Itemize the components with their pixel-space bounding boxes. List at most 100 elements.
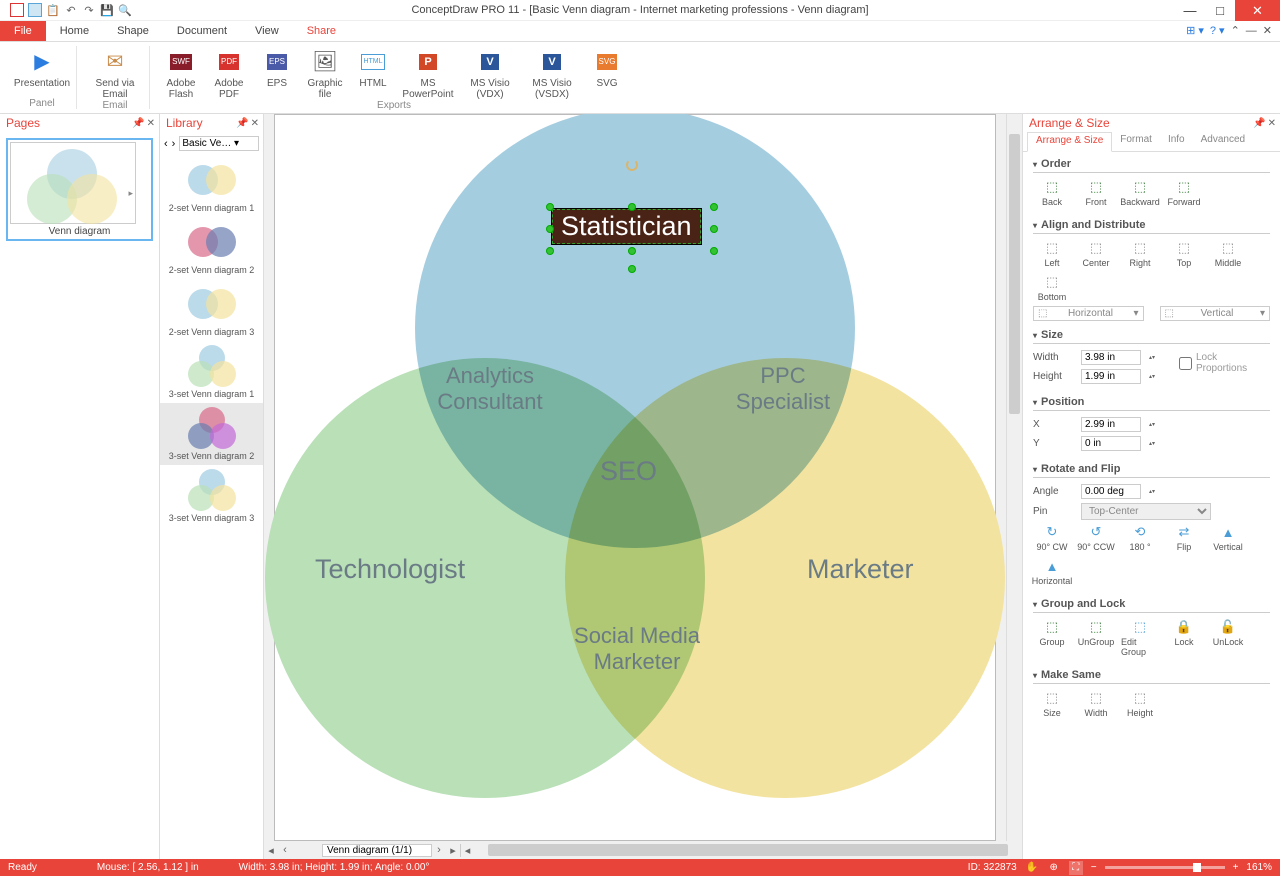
paste-icon[interactable]: 📋 — [46, 3, 60, 17]
align-right-button[interactable]: ⬚Right — [1121, 240, 1159, 268]
rotate-handle-icon[interactable] — [626, 159, 638, 171]
lib-fwd-icon[interactable]: › — [172, 138, 176, 150]
lib-item[interactable]: 2-set Venn diagram 1 — [160, 155, 263, 217]
close-button[interactable]: ✕ — [1235, 0, 1280, 21]
same-size-button[interactable]: ⬚Size — [1033, 690, 1071, 718]
export-graphic[interactable]: 🖼Graphic file — [304, 46, 346, 100]
venn-label-tl[interactable]: Analytics Consultant — [425, 363, 555, 416]
rotate-cw-button[interactable]: ↻90° CW — [1033, 524, 1071, 552]
align-bottom-button[interactable]: ⬚Bottom — [1033, 274, 1071, 302]
edit-group-button[interactable]: ⬚Edit Group — [1121, 619, 1159, 657]
tab-shape[interactable]: Shape — [103, 21, 163, 41]
order-section[interactable]: Order — [1033, 158, 1270, 173]
doc-icon[interactable] — [10, 3, 24, 17]
flip-h-button[interactable]: ▲Horizontal — [1033, 558, 1071, 586]
size-section[interactable]: Size — [1033, 329, 1270, 344]
group-button[interactable]: ⬚Group — [1033, 619, 1071, 657]
info-tab[interactable]: Info — [1160, 132, 1193, 151]
resize-handle[interactable] — [628, 265, 636, 273]
resize-handle[interactable] — [628, 203, 636, 211]
zoom-slider[interactable] — [1105, 866, 1225, 869]
format-tab[interactable]: Format — [1112, 132, 1160, 151]
search-icon[interactable]: 🔍 — [118, 3, 132, 17]
tab-home[interactable]: Home — [46, 21, 103, 41]
venn-circle-right[interactable] — [565, 358, 1005, 798]
tab-view[interactable]: View — [241, 21, 293, 41]
library-selector[interactable]: Basic Ve… ▾ — [179, 136, 259, 151]
horizontal-scrollbar[interactable] — [488, 843, 978, 857]
unlock-button[interactable]: 🔓UnLock — [1209, 619, 1247, 657]
y-input[interactable] — [1081, 436, 1141, 451]
hscroll-left-icon[interactable]: ◂ — [264, 844, 278, 857]
close-icon[interactable]: ✕ — [147, 118, 155, 129]
x-input[interactable] — [1081, 417, 1141, 432]
export-vsdx[interactable]: VMS Visio (VSDX) — [524, 46, 580, 100]
align-middle-button[interactable]: ⬚Middle — [1209, 240, 1247, 268]
position-section[interactable]: Position — [1033, 396, 1270, 411]
canvas[interactable]: Statistician Technologist Marketer SEO A… — [264, 114, 1022, 859]
resize-handle[interactable] — [546, 247, 554, 255]
lib-item[interactable]: 3-set Venn diagram 2 — [160, 403, 263, 465]
hscroll-left-icon[interactable]: ‹ — [278, 844, 292, 856]
same-width-button[interactable]: ⬚Width — [1077, 690, 1115, 718]
send-email-button[interactable]: ✉ Send via Email — [87, 46, 143, 100]
venn-label-tr[interactable]: PPC Specialist — [728, 363, 838, 416]
ribbon-close-icon[interactable]: ✕ — [1263, 24, 1272, 37]
save-icon[interactable]: 💾 — [100, 3, 114, 17]
resize-handle[interactable] — [710, 225, 718, 233]
export-swf[interactable]: SWFAdobe Flash — [160, 46, 202, 100]
pin-icon[interactable]: 📌 — [236, 118, 248, 129]
export-vdx[interactable]: VMS Visio (VDX) — [462, 46, 518, 100]
presentation-button[interactable]: ▶ Presentation — [14, 46, 70, 98]
export-ppt[interactable]: PMS PowerPoint — [400, 46, 456, 100]
fit-icon[interactable]: ⛶ — [1069, 861, 1083, 875]
redo-icon[interactable]: ↷ — [82, 3, 96, 17]
page-thumbnail[interactable]: ▸ Venn diagram — [6, 138, 153, 241]
angle-input[interactable] — [1081, 484, 1141, 499]
pin-icon[interactable]: 📌 — [1253, 118, 1265, 129]
backward-button[interactable]: ⬚Backward — [1121, 179, 1159, 207]
new-doc-icon[interactable] — [28, 3, 42, 17]
minimize-button[interactable]: — — [1175, 0, 1205, 21]
resize-handle[interactable] — [546, 203, 554, 211]
align-top-button[interactable]: ⬚Top — [1165, 240, 1203, 268]
pin-select[interactable]: Top-Center — [1081, 503, 1211, 520]
lib-item[interactable]: 3-set Venn diagram 1 — [160, 341, 263, 403]
zoom-in-icon[interactable]: + — [1233, 862, 1239, 873]
pin-icon[interactable]: 📌 — [132, 118, 144, 129]
align-center-button[interactable]: ⬚Center — [1077, 240, 1115, 268]
lock-button[interactable]: 🔒Lock — [1165, 619, 1203, 657]
tab-share[interactable]: Share — [293, 21, 350, 41]
resize-handle[interactable] — [710, 247, 718, 255]
hscroll-right-icon[interactable]: ▸ — [446, 844, 460, 857]
flip-v-button[interactable]: ▲Vertical — [1209, 524, 1247, 552]
export-html[interactable]: HTMLHTML — [352, 46, 394, 100]
lib-back-icon[interactable]: ‹ — [164, 138, 168, 150]
lock-proportions-checkbox[interactable] — [1179, 357, 1192, 370]
height-input[interactable] — [1081, 369, 1141, 384]
venn-label-right[interactable]: Marketer — [807, 553, 914, 585]
rotate-180-button[interactable]: ⟲180 ° — [1121, 524, 1159, 552]
advanced-tab[interactable]: Advanced — [1193, 132, 1253, 151]
target-icon[interactable]: ⊕ — [1047, 861, 1061, 875]
ribbon-min-icon[interactable]: — — [1246, 25, 1257, 37]
close-icon[interactable]: ✕ — [251, 118, 259, 129]
hand-icon[interactable]: ✋ — [1025, 861, 1039, 875]
undo-icon[interactable]: ↶ — [64, 3, 78, 17]
makesame-section[interactable]: Make Same — [1033, 669, 1270, 684]
lib-item[interactable]: 2-set Venn diagram 3 — [160, 279, 263, 341]
store-icon[interactable]: ⊞ ▾ — [1186, 24, 1204, 37]
forward-button[interactable]: ⬚Forward — [1165, 179, 1203, 207]
page-selector[interactable]: Venn diagram (1/1) — [322, 844, 432, 857]
export-pdf[interactable]: PDFAdobe PDF — [208, 46, 250, 100]
zoom-out-icon[interactable]: − — [1091, 862, 1097, 873]
ungroup-button[interactable]: ⬚UnGroup — [1077, 619, 1115, 657]
venn-label-top[interactable]: Statistician — [552, 209, 701, 244]
venn-label-left[interactable]: Technologist — [315, 553, 465, 585]
group-section[interactable]: Group and Lock — [1033, 598, 1270, 613]
export-eps[interactable]: EPSEPS — [256, 46, 298, 100]
hscroll-right-icon[interactable]: › — [432, 844, 446, 856]
width-input[interactable] — [1081, 350, 1141, 365]
export-svg[interactable]: SVGSVG — [586, 46, 628, 100]
distribute-h-select[interactable]: ⬚ Horizontal ▾ — [1033, 306, 1144, 321]
